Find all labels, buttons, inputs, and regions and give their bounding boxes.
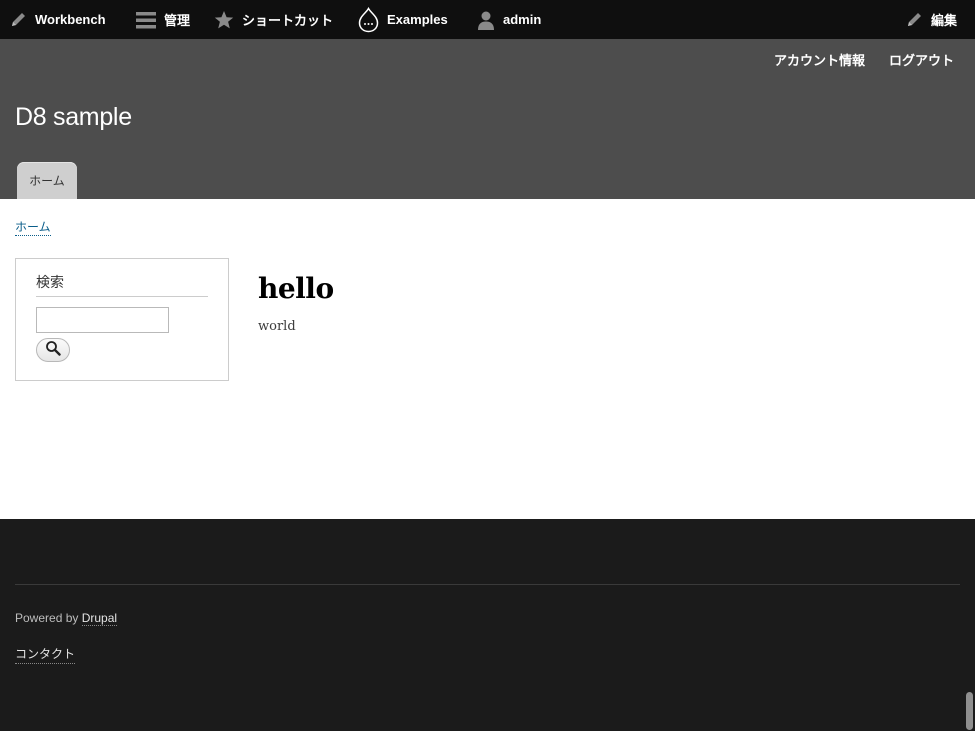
search-input[interactable]: [36, 307, 169, 333]
search-block-title: 検索: [36, 275, 64, 291]
toolbar-examples-label: Examples: [387, 12, 448, 27]
star-icon: [214, 10, 234, 30]
site-name[interactable]: D8 sample: [15, 103, 132, 132]
toolbar-edit[interactable]: 編集: [906, 0, 957, 39]
breadcrumb-home[interactable]: ホーム: [15, 219, 51, 236]
logout-link[interactable]: ログアウト: [889, 50, 954, 69]
pencil-icon: [10, 11, 27, 28]
page-title: hello: [258, 272, 334, 305]
toolbar-manage[interactable]: 管理: [136, 0, 190, 39]
powered-by: Powered by Drupal: [15, 611, 118, 626]
toolbar-user[interactable]: admin: [477, 0, 541, 39]
powered-by-text: Powered by: [15, 611, 79, 625]
search-icon: [45, 340, 61, 360]
site-header: アカウント情報 ログアウト D8 sample ホーム: [0, 39, 975, 199]
search-button[interactable]: [36, 338, 70, 362]
drupal-link[interactable]: Drupal: [81, 611, 118, 626]
admin-toolbar: Workbench 管理 ショートカット Examples admin 編集: [0, 0, 975, 39]
menu-icon: [136, 10, 156, 30]
toolbar-workbench[interactable]: Workbench: [10, 0, 106, 39]
toolbar-edit-label: 編集: [931, 13, 958, 28]
user-icon: [477, 10, 495, 30]
search-block-divider: [36, 296, 208, 297]
search-block: 検索: [15, 258, 229, 381]
account-info-link[interactable]: アカウント情報: [774, 50, 865, 69]
drupal-drop-icon: [358, 6, 379, 33]
scrollbar-thumb[interactable]: [966, 692, 973, 730]
toolbar-workbench-label: Workbench: [35, 12, 106, 27]
toolbar-user-label: admin: [503, 12, 542, 27]
toolbar-shortcuts-label: ショートカット: [242, 13, 334, 28]
toolbar-manage-label: 管理: [164, 13, 191, 28]
toolbar-examples[interactable]: Examples: [358, 0, 448, 39]
toolbar-shortcuts[interactable]: ショートカット: [214, 0, 333, 39]
tab-home[interactable]: ホーム: [17, 162, 77, 199]
site-footer: Powered by Drupal コンタクト: [0, 519, 975, 731]
contact-link[interactable]: コンタクト: [15, 646, 76, 664]
footer-divider: [15, 584, 960, 585]
pencil-icon: [906, 11, 923, 28]
node-body: world: [258, 319, 296, 334]
